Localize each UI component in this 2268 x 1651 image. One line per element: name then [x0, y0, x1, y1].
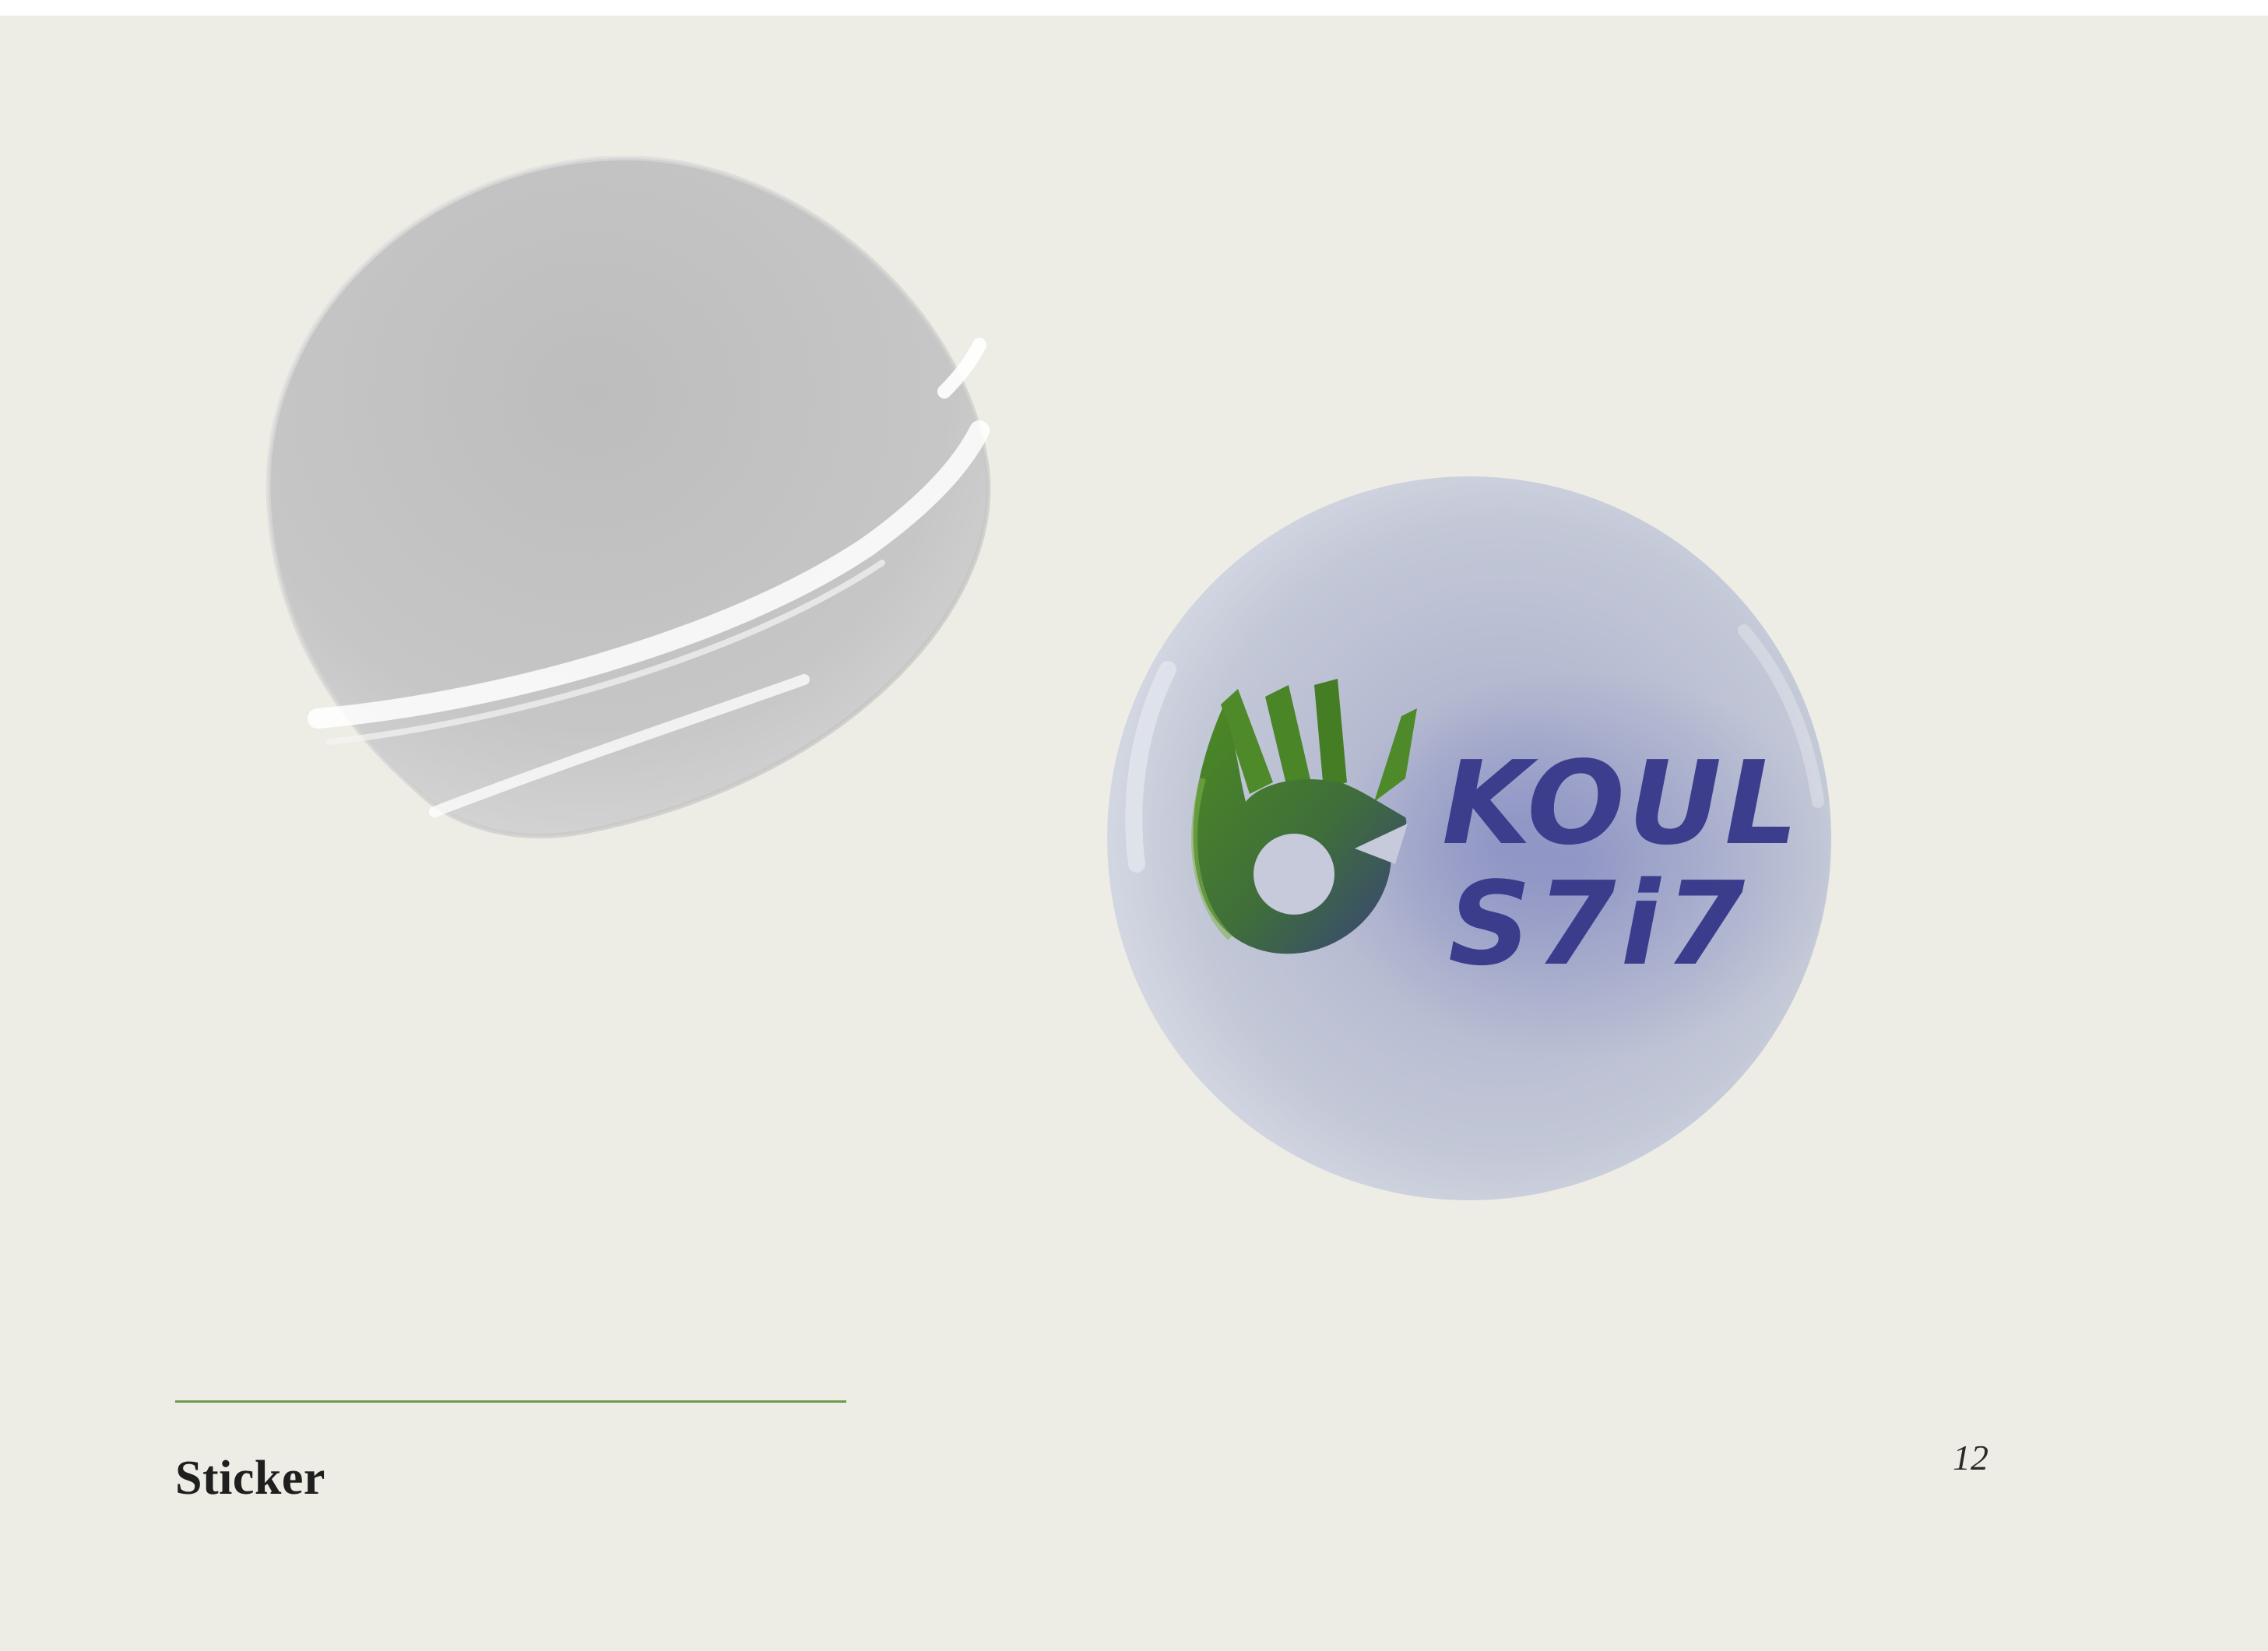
caption-divider	[175, 1400, 846, 1403]
sticker-front-image: KOUL S7i7	[1107, 476, 1834, 1200]
sticker-back-image	[265, 155, 991, 839]
logo-text-line1: KOUL	[1442, 736, 1802, 870]
caption-title: Sticker	[175, 1452, 325, 1505]
document-page: KOUL S7i7 Sticker 12	[0, 16, 2268, 1651]
page-number: 12	[1953, 1438, 1988, 1477]
logo-text-line2: S7i7	[1448, 857, 1749, 991]
